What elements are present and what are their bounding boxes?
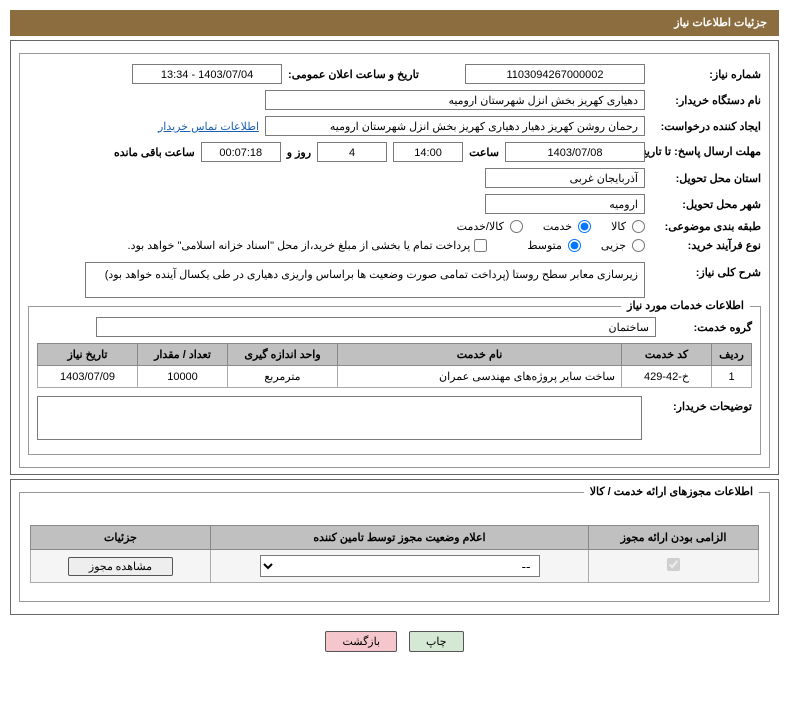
city-label: شهر محل تحویل: <box>651 198 761 211</box>
province-label: استان محل تحویل: <box>651 172 761 185</box>
radio-medium-label: متوسط <box>527 239 562 252</box>
desc-label: شرح کلی نیاز: <box>651 262 761 279</box>
license-status-dropdown[interactable]: -- <box>260 555 540 577</box>
requester-label: ایجاد کننده درخواست: <box>651 120 761 133</box>
desc-value: زیرسازی معابر سطح روستا (پرداخت تمامی صو… <box>85 262 645 298</box>
col-row: ردیف <box>712 344 752 366</box>
license-legend: اطلاعات مجوزهای ارائه خدمت / کالا <box>584 485 759 498</box>
buyer-note-label: توضیحات خریدار: <box>652 396 752 413</box>
category-goods-service-radio[interactable]: کالا/خدمت <box>457 220 523 233</box>
service-group-label: گروه خدمت: <box>662 321 752 334</box>
footer-buttons: چاپ بازگشت <box>0 619 789 664</box>
buyer-contact-link[interactable]: اطلاعات تماس خریدار <box>158 120 259 133</box>
remaining-time-value: 00:07:18 <box>201 142 281 162</box>
lic-col-mandatory: الزامی بودن ارائه مجوز <box>589 526 759 550</box>
services-table: ردیف کد خدمت نام خدمت واحد اندازه گیری ت… <box>37 343 752 388</box>
days-remaining-value: 4 <box>317 142 387 162</box>
deadline-label: مهلت ارسال پاسخ: تا تاریخ: <box>651 146 761 158</box>
deadline-date-value: 1403/07/08 <box>505 142 645 162</box>
radio-goods-label: کالا <box>611 220 626 233</box>
category-service-radio[interactable]: خدمت <box>543 220 591 233</box>
province-value: آذربایجان غربی <box>485 168 645 188</box>
days-and-label: روز و <box>287 146 311 159</box>
requester-value: رحمان روشن کهریز دهیار دهیاری کهریز بخش … <box>265 116 645 136</box>
need-number-value: 1103094267000002 <box>465 64 645 84</box>
announce-datetime-value: 1403/07/04 - 13:34 <box>132 64 282 84</box>
buyer-org-value: دهیاری کهریز بخش انزل شهرستان ارومیه <box>265 90 645 110</box>
cell-code: خ-42-429 <box>622 366 712 388</box>
col-qty: تعداد / مقدار <box>138 344 228 366</box>
radio-minor-label: جزیی <box>601 239 626 252</box>
cell-name: ساخت سایر پروژه‌های مهندسی عمران <box>338 366 622 388</box>
need-number-label: شماره نیاز: <box>651 68 761 81</box>
back-button[interactable]: بازگشت <box>325 631 397 652</box>
treasury-checkbox-input[interactable] <box>474 239 487 252</box>
license-mandatory-checkbox <box>667 558 680 571</box>
print-button[interactable]: چاپ <box>409 631 464 652</box>
col-unit: واحد اندازه گیری <box>228 344 338 366</box>
license-panel: اطلاعات مجوزهای ارائه خدمت / کالا الزامی… <box>10 479 779 615</box>
radio-goods-input[interactable] <box>632 220 645 233</box>
col-date: تاریخ نیاز <box>38 344 138 366</box>
radio-medium-input[interactable] <box>568 239 581 252</box>
lic-details-cell: مشاهده مجوز <box>31 550 211 583</box>
col-code: کد خدمت <box>622 344 712 366</box>
col-name: نام خدمت <box>338 344 622 366</box>
category-label: طبقه بندی موضوعی: <box>651 220 761 233</box>
radio-service-label: خدمت <box>543 220 572 233</box>
lic-col-status: اعلام وضعیت مجوز توسط تامین کننده <box>211 526 589 550</box>
services-legend: اطلاعات خدمات مورد نیاز <box>621 299 750 312</box>
lic-status-cell: -- <box>211 550 589 583</box>
buy-type-medium-radio[interactable]: متوسط <box>527 239 581 252</box>
city-value: ارومیه <box>485 194 645 214</box>
buyer-org-label: نام دستگاه خریدار: <box>651 94 761 107</box>
cell-date: 1403/07/09 <box>38 366 138 388</box>
radio-minor-input[interactable] <box>632 239 645 252</box>
radio-goods-service-label: کالا/خدمت <box>457 220 504 233</box>
license-table: الزامی بودن ارائه مجوز اعلام وضعیت مجوز … <box>30 525 759 583</box>
cell-row: 1 <box>712 366 752 388</box>
buy-type-minor-radio[interactable]: جزیی <box>601 239 645 252</box>
service-group-value: ساختمان <box>96 317 656 337</box>
radio-service-input[interactable] <box>578 220 591 233</box>
license-row: -- مشاهده مجوز <box>31 550 759 583</box>
page-title-bar: جزئیات اطلاعات نیاز <box>10 10 779 36</box>
deadline-time-value: 14:00 <box>393 142 463 162</box>
remaining-label: ساعت باقی مانده <box>114 146 195 159</box>
page-title: جزئیات اطلاعات نیاز <box>674 17 767 29</box>
buyer-note-box <box>37 396 642 440</box>
treasury-note: پرداخت تمام یا بخشی از مبلغ خرید،از محل … <box>128 239 471 252</box>
view-license-button[interactable]: مشاهده مجوز <box>68 557 173 576</box>
buy-type-label: نوع فرآیند خرید: <box>651 239 761 252</box>
announce-datetime-label: تاریخ و ساعت اعلان عمومی: <box>288 68 419 81</box>
cell-unit: مترمربع <box>228 366 338 388</box>
table-row: 1 خ-42-429 ساخت سایر پروژه‌های مهندسی عم… <box>38 366 752 388</box>
lic-mandatory-cell <box>589 550 759 583</box>
main-panel: شماره نیاز: 1103094267000002 تاریخ و ساع… <box>10 40 779 475</box>
time-word-label: ساعت <box>469 146 499 159</box>
lic-col-details: جزئیات <box>31 526 211 550</box>
category-goods-radio[interactable]: کالا <box>611 220 645 233</box>
radio-goods-service-input[interactable] <box>510 220 523 233</box>
treasury-checkbox[interactable]: پرداخت تمام یا بخشی از مبلغ خرید،از محل … <box>128 239 488 252</box>
cell-qty: 10000 <box>138 366 228 388</box>
